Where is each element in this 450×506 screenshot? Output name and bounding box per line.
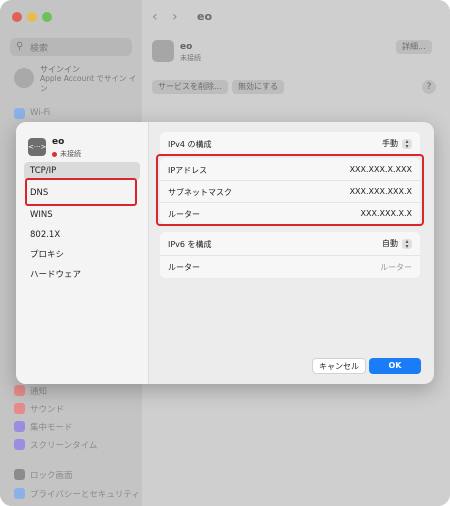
privacy-hand-icon — [14, 488, 25, 499]
remove-service-button[interactable]: サービスを削除... — [152, 80, 228, 94]
chevron-updown-icon: ▴ ▾ — [402, 238, 412, 249]
sheet-sidebar: <···> eo 未接続 TCP/IP DNS WINS 802.1X プロキシ… — [16, 122, 149, 384]
ipv4-config-value: 手動 — [382, 139, 398, 148]
ok-button[interactable]: OK — [369, 358, 421, 374]
ipv4-config-row[interactable]: IPv4 の構成 手動 ▴ ▾ — [160, 132, 420, 156]
service-status: 未接続 — [60, 150, 81, 158]
ipv4-config-group: IPv4 の構成 手動 ▴ ▾ — [160, 132, 420, 156]
sign-in-item[interactable]: サインイン Apple Account でサイン イン — [14, 64, 139, 94]
tab-proxy[interactable]: プロキシ — [24, 246, 140, 264]
ipv6-group: IPv6 を構成 自動 ▴ ▾ ルーター ルーター — [160, 232, 420, 278]
close-window-button[interactable] — [12, 12, 22, 22]
ipv4-fields-highlight — [156, 154, 424, 226]
status-dot-icon — [52, 151, 57, 157]
dns-tab-highlight — [25, 178, 137, 206]
ipv6-router-label: ルーター — [168, 263, 200, 272]
search-field[interactable]: ⚲ 検索 — [10, 38, 132, 56]
back-icon[interactable]: ‹ — [152, 9, 158, 25]
network-service-icon — [152, 40, 174, 62]
ipv6-config-value: 自動 — [382, 239, 398, 248]
avatar — [14, 68, 34, 88]
ipv4-config-label: IPv4 の構成 — [168, 140, 212, 149]
sign-in-subtitle: Apple Account でサイン イン — [40, 74, 137, 93]
service-name: eo — [52, 137, 65, 147]
ipv6-config-row[interactable]: IPv6 を構成 自動 ▴ ▾ — [160, 232, 420, 256]
notifications-icon — [14, 385, 25, 396]
ipv6-config-label: IPv6 を構成 — [168, 240, 212, 249]
lock-screen-icon — [14, 469, 25, 480]
ipv6-config-popup[interactable]: 自動 ▴ ▾ — [382, 238, 412, 249]
screen-time-icon — [14, 439, 25, 450]
page-title: eo — [197, 10, 213, 23]
ipv4-config-popup[interactable]: 手動 ▴ ▾ — [382, 138, 412, 149]
network-service-icon: <···> — [28, 138, 46, 156]
sidebar-item-label: サウンド — [30, 405, 65, 415]
tab-8021x[interactable]: 802.1X — [24, 226, 140, 244]
details-button[interactable]: 詳細... — [396, 40, 432, 54]
chevron-updown-icon: ▴ ▾ — [402, 138, 412, 149]
sidebar-item-label: Wi-Fi — [30, 108, 51, 118]
focus-icon — [14, 421, 25, 432]
forward-icon[interactable]: › — [172, 9, 178, 25]
sidebar-item-label: スクリーンタイム — [30, 441, 98, 451]
service-status: 未接続 — [180, 54, 201, 62]
service-name: eo — [180, 42, 193, 52]
service-status-line: 未接続 — [52, 149, 81, 159]
tab-wins[interactable]: WINS — [24, 206, 140, 224]
zoom-window-button[interactable] — [42, 12, 52, 22]
search-icon: ⚲ — [16, 41, 24, 52]
tab-hardware[interactable]: ハードウェア — [24, 266, 140, 284]
sidebar-item-label: 通知 — [30, 387, 48, 397]
sidebar-item-label: ロック画面 — [30, 471, 73, 481]
ipv6-router-field[interactable]: ルーター — [380, 262, 412, 273]
sidebar-item-label: 集中モード — [30, 423, 73, 433]
help-button[interactable]: ? — [422, 80, 436, 94]
minimize-window-button[interactable] — [27, 12, 37, 22]
cancel-button[interactable]: キャンセル — [312, 358, 366, 374]
search-placeholder: 検索 — [30, 44, 49, 54]
tcpip-settings-sheet: <···> eo 未接続 TCP/IP DNS WINS 802.1X プロキシ… — [16, 122, 434, 384]
disable-button[interactable]: 無効にする — [232, 80, 285, 94]
wifi-icon — [14, 108, 25, 119]
sidebar-item-label: プライバシーとセキュリティ — [30, 490, 140, 500]
ipv6-router-row: ルーター ルーター — [160, 255, 420, 278]
sound-icon — [14, 403, 25, 414]
